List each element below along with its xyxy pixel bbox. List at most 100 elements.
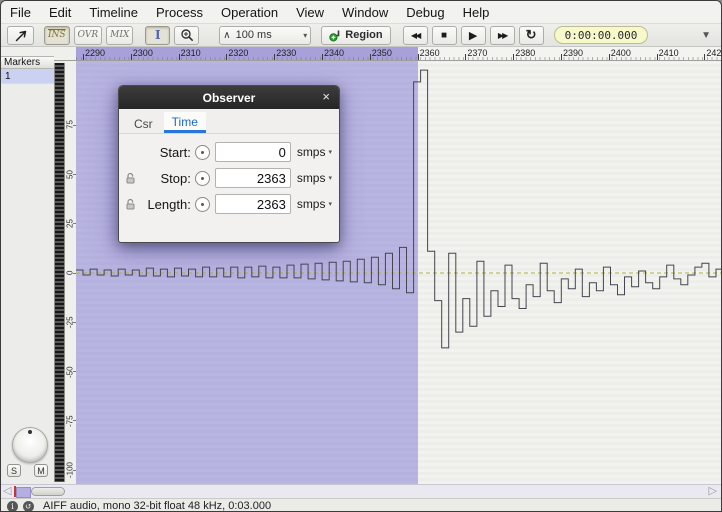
amplitude-ruler-label: -75 [65, 406, 75, 436]
timeline-major-tick [657, 54, 658, 60]
magnifier-icon [180, 28, 194, 42]
region-label: Region [345, 29, 382, 41]
menu-window[interactable]: Window [333, 3, 397, 22]
chevron-down-icon: ▾ [303, 31, 307, 40]
rewind-button[interactable]: ◀◀ [403, 26, 428, 45]
length-unit-label: smps [297, 197, 326, 211]
fast-forward-button[interactable]: ▶▶ [490, 26, 515, 45]
zoom-preset-dropdown[interactable]: ∧ 100 ms ▾ [219, 26, 311, 45]
stop-unit-dropdown-icon[interactable]: ▾ [328, 174, 332, 182]
menu-operation[interactable]: Operation [212, 3, 287, 22]
stop-icon: ■ [441, 30, 447, 41]
length-input[interactable]: 2363 [215, 194, 291, 214]
start-input[interactable]: 0 [215, 142, 291, 162]
marker-list-item[interactable]: 1 [1, 69, 54, 84]
overwrite-mode-button[interactable]: OVR [74, 26, 103, 45]
scrollbar-thumb[interactable] [31, 487, 65, 496]
close-icon[interactable]: × [322, 89, 330, 104]
insert-mode-button[interactable]: INS [44, 26, 70, 45]
menu-process[interactable]: Process [147, 3, 212, 22]
menu-view[interactable]: View [287, 3, 333, 22]
scroll-right-icon[interactable]: ▷ [709, 485, 717, 498]
region-icon [329, 29, 341, 42]
length-spin-icon[interactable] [195, 197, 210, 212]
timeline-major-tick [226, 54, 227, 60]
length-label: Length: [137, 197, 191, 212]
select-tool-button[interactable]: I [145, 26, 170, 45]
region-button[interactable]: Region [321, 26, 390, 45]
timeline-major-tick [274, 54, 275, 60]
status-history-icon[interactable]: ↺ [23, 501, 34, 512]
stop-label: Stop: [137, 171, 191, 186]
timeline-ruler-label: 2340 [324, 48, 344, 58]
vertical-zoom-strip[interactable] [54, 63, 65, 482]
start-row: Start: 0 smps ▾ [119, 141, 339, 163]
timeline-major-tick [418, 54, 419, 60]
timeline-ruler[interactable]: 2290230023102320233023402350236023702380… [76, 47, 722, 61]
pointer-tool-button[interactable] [7, 26, 34, 45]
stop-row: Stop: 2363 smps ▾ [119, 167, 339, 189]
solo-label: S [11, 466, 17, 476]
rewind-icon: ◀◀ [411, 31, 419, 40]
stop-lock-icon[interactable] [125, 172, 137, 184]
stop-input[interactable]: 2363 [215, 168, 291, 188]
timeline-ruler-label: 2390 [563, 48, 583, 58]
timeline-ruler-label: 2420 [706, 48, 722, 58]
amplitude-ruler[interactable]: 7550250-25-50-75-100 [65, 61, 76, 484]
timeline-ruler-label: 2320 [228, 48, 248, 58]
markers-title: Markers [4, 57, 40, 68]
stop-spin-icon[interactable] [195, 171, 210, 186]
amplitude-ruler-label: 50 [65, 160, 75, 190]
menu-help[interactable]: Help [454, 3, 499, 22]
ibeam-cursor-icon: I [155, 28, 161, 42]
mix-mode-button[interactable]: MIX [106, 26, 133, 45]
play-button[interactable]: ▶ [461, 26, 486, 45]
pointer-arrow-icon [14, 28, 28, 42]
observer-dialog-titlebar[interactable]: Observer × [119, 86, 339, 109]
pan-knob[interactable] [12, 427, 48, 463]
zoom-tool-button[interactable] [174, 26, 199, 45]
toolbar-overflow-icon[interactable]: ▼ [701, 30, 711, 41]
amplitude-ruler-label: 0 [65, 258, 75, 288]
timeline-ruler-label: 2360 [420, 48, 440, 58]
start-spin-icon[interactable] [195, 145, 210, 160]
insert-mode-label: INS [48, 30, 66, 40]
loop-button[interactable]: ↻ [519, 26, 544, 45]
timeline-ruler-label: 2350 [372, 48, 392, 58]
timeline-ruler-label: 2330 [276, 48, 296, 58]
length-lock-icon[interactable] [125, 198, 137, 210]
timeline-ruler-label: 2400 [611, 48, 631, 58]
timeline-major-tick [561, 54, 562, 60]
start-unit-dropdown-icon[interactable]: ▾ [328, 148, 332, 156]
menu-edit[interactable]: Edit [40, 3, 80, 22]
scroll-left-icon[interactable]: ◁ [3, 485, 11, 498]
tab-time[interactable]: Time [164, 112, 206, 133]
amplitude-ruler-label: -100 [65, 455, 75, 485]
timeline-major-tick [704, 54, 705, 60]
length-row: Length: 2363 smps ▾ [119, 193, 339, 215]
length-unit-dropdown-icon[interactable]: ▾ [328, 200, 332, 208]
knob-pointer-dot [28, 430, 32, 434]
timeline-major-tick [513, 54, 514, 60]
timeline-major-tick [131, 54, 132, 60]
tab-csr-label: Csr [134, 117, 153, 131]
horizontal-scrollbar[interactable]: ◁ ▷ [1, 484, 721, 498]
loop-icon: ↻ [526, 27, 537, 43]
menu-timeline[interactable]: Timeline [80, 3, 147, 22]
play-icon: ▶ [469, 29, 477, 42]
mix-mode-label: MIX [110, 30, 129, 40]
timeline-major-tick [465, 54, 466, 60]
menu-file[interactable]: File [1, 3, 40, 22]
menu-debug[interactable]: Debug [397, 3, 453, 22]
status-info-icon[interactable]: i [7, 501, 18, 512]
overwrite-mode-label: OVR [78, 30, 99, 40]
mute-button[interactable]: M [34, 464, 48, 477]
solo-button[interactable]: S [7, 464, 21, 477]
timeline-ruler-label: 2290 [85, 48, 105, 58]
tab-csr[interactable]: Csr [126, 112, 161, 133]
stop-button[interactable]: ■ [432, 26, 457, 45]
amplitude-ruler-label: -25 [65, 307, 75, 337]
selection-overview [16, 487, 31, 498]
timeline-major-tick [609, 54, 610, 60]
timeline-major-tick [322, 54, 323, 60]
